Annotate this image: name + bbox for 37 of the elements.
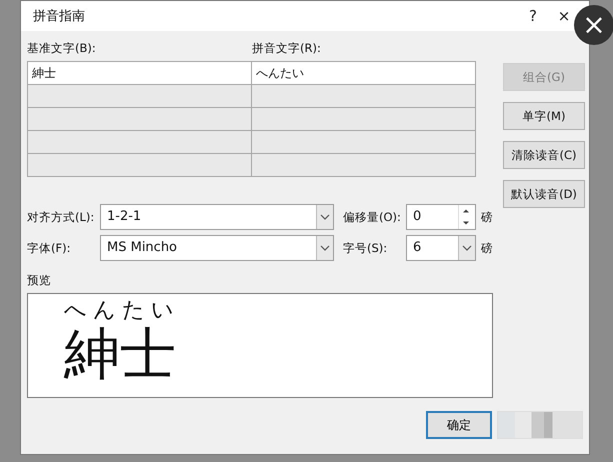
help-button[interactable]: ? — [519, 7, 547, 25]
close-button[interactable]: × — [574, 5, 613, 45]
chevron-down-icon — [320, 214, 330, 220]
ruby-text-label: 拼音文字(R): — [252, 40, 322, 56]
ruby-text-field[interactable] — [252, 108, 476, 130]
font-dropdown[interactable]: MS Mincho — [100, 235, 334, 261]
base-text-field[interactable] — [28, 154, 252, 176]
unit-label: 磅 — [480, 210, 494, 224]
ruby-text-field[interactable] — [252, 154, 476, 176]
field-label: 字体(F): — [27, 240, 72, 256]
base-text-field[interactable] — [28, 108, 252, 130]
base-text-field[interactable]: 紳士 — [28, 62, 252, 84]
ok-button[interactable]: 确定 — [426, 411, 492, 439]
base-text-field[interactable] — [28, 84, 252, 108]
preview-base-text: 紳士 — [64, 324, 176, 386]
chevron-down-icon — [320, 245, 330, 251]
offset-spinbox[interactable]: 0 — [406, 204, 476, 230]
size-dropdown[interactable]: 6 — [406, 235, 476, 261]
base-text-field[interactable] — [28, 130, 252, 154]
base-text-label: 基准文字(B): — [27, 40, 97, 56]
ruby-text-field[interactable] — [252, 84, 476, 108]
field-label: 对齐方式(L): — [27, 210, 96, 224]
action-button[interactable]: 单字(M) — [503, 102, 585, 130]
blurred-button[interactable] — [497, 411, 583, 439]
preview-ruby-text: へんたい — [64, 298, 180, 324]
ruby-text-field[interactable]: へんたい — [252, 62, 476, 84]
ruby-text-field[interactable] — [252, 130, 476, 154]
preview-label: 预览 — [27, 273, 52, 288]
unit-label: 磅 — [480, 240, 494, 256]
field-label: 字号(S): — [342, 240, 388, 256]
window-title: 拼音指南 — [33, 8, 86, 25]
action-button[interactable]: 默认读音(D) — [503, 180, 585, 208]
close-button[interactable]: × — [557, 7, 571, 25]
field-label: 偏移量(O): — [342, 210, 402, 224]
chevron-down-icon — [462, 245, 472, 251]
action-button[interactable]: 清除读音(C) — [503, 141, 585, 169]
alignment-dropdown[interactable]: 1-2-1 — [100, 204, 334, 230]
